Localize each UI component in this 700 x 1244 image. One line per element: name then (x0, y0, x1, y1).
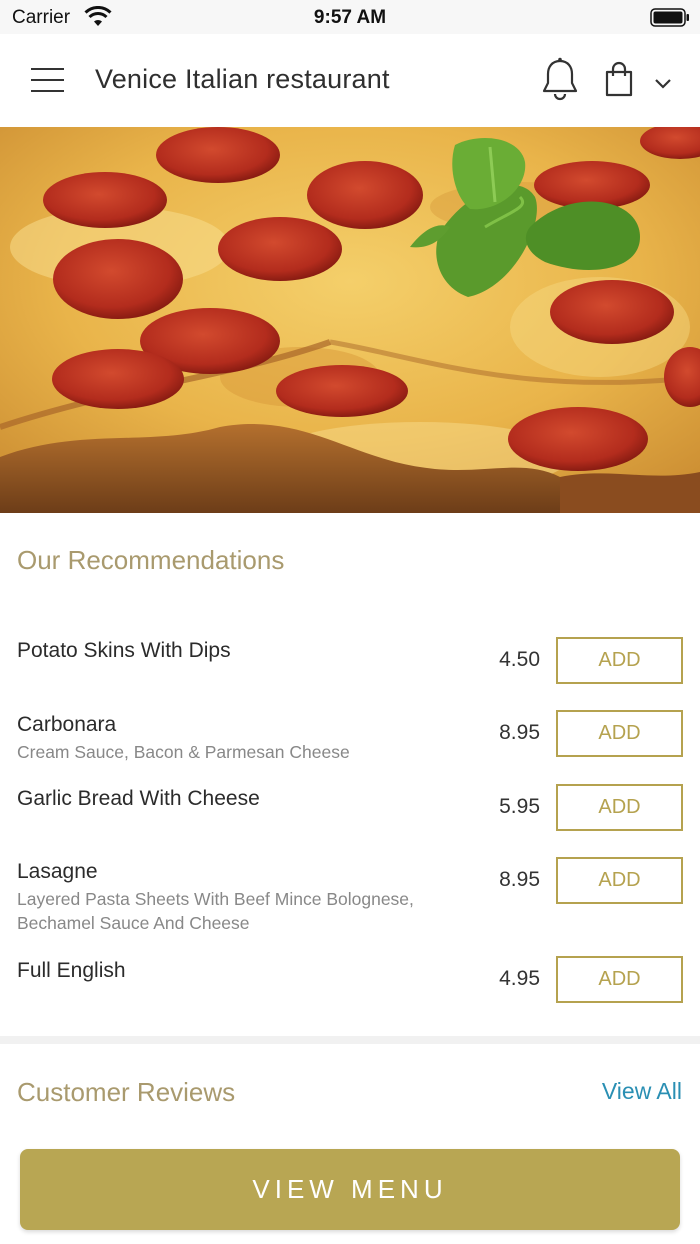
item-name: Full English (17, 959, 126, 982)
status-bar: Carrier 9:57 AM (0, 0, 700, 34)
recommendations-title: Our Recommendations (17, 545, 285, 575)
item-name: Lasagne (17, 860, 98, 883)
item-price: 8.95 (499, 721, 540, 744)
add-button[interactable]: ADD (556, 784, 683, 831)
item-description: Cream Sauce, Bacon & Parmesan Cheese (17, 742, 350, 762)
chevron-down-icon[interactable] (650, 70, 676, 96)
item-name: Garlic Bread With Cheese (17, 787, 260, 810)
view-menu-button[interactable]: VIEW MENU (20, 1149, 680, 1230)
bell-icon[interactable] (538, 56, 582, 102)
item-name: Carbonara (17, 713, 117, 736)
item-price: 5.95 (499, 795, 540, 818)
item-price: 8.95 (499, 868, 540, 891)
view-all-link[interactable]: View All (602, 1078, 682, 1105)
page-title: Venice Italian restaurant (95, 64, 390, 94)
section-divider (0, 1036, 700, 1044)
shopping-bag-icon[interactable] (601, 60, 637, 100)
item-name: Potato Skins With Dips (17, 639, 231, 662)
add-button[interactable]: ADD (556, 857, 683, 904)
hero-pizza-image (0, 127, 700, 513)
item-price: 4.95 (499, 967, 540, 990)
add-button[interactable]: ADD (556, 956, 683, 1003)
hamburger-menu-icon[interactable] (28, 64, 68, 96)
app-header: Venice Italian restaurant (0, 34, 700, 127)
reviews-title: Customer Reviews (17, 1077, 236, 1107)
item-description: Layered Pasta Sheets With Beef Mince Bol… (17, 889, 414, 933)
battery-icon (650, 8, 689, 27)
item-price: 4.50 (499, 648, 540, 671)
add-button[interactable]: ADD (556, 710, 683, 757)
clock: 9:57 AM (313, 7, 387, 28)
add-button[interactable]: ADD (556, 637, 683, 684)
